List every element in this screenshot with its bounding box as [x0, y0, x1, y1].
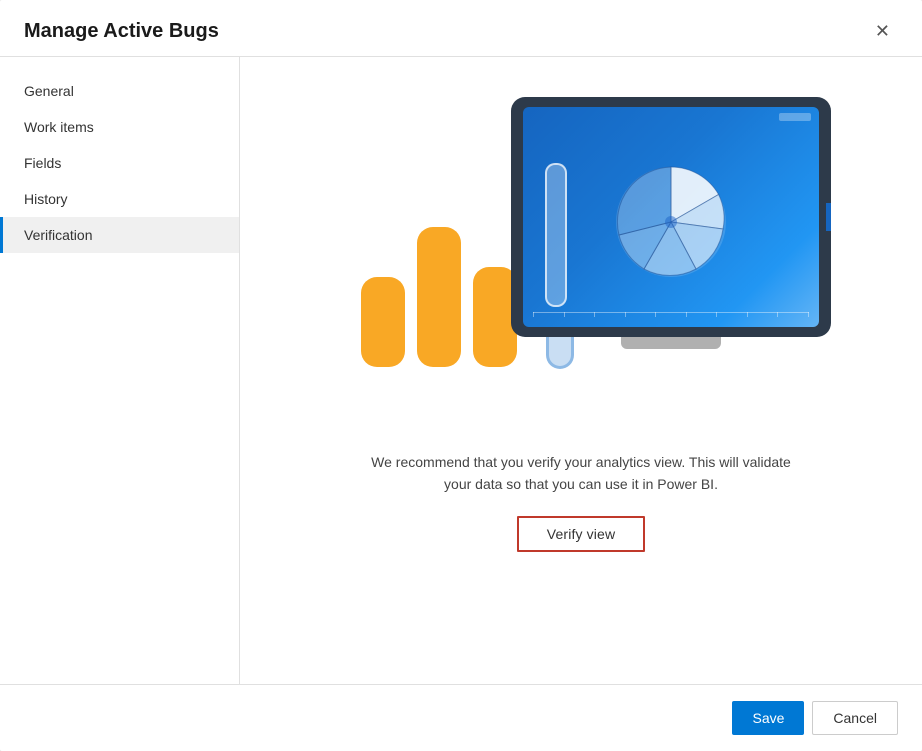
tablet-bar-inside	[545, 163, 567, 307]
sidebar-item-general[interactable]: General	[0, 73, 239, 109]
sidebar-item-work-items[interactable]: Work items	[0, 109, 239, 145]
pie-chart	[606, 157, 736, 287]
content-area: We recommend that you verify your analyt…	[240, 57, 922, 684]
tablet-stand	[621, 337, 721, 349]
description-text: We recommend that you verify your analyt…	[371, 451, 791, 496]
modal-body: General Work items Fields History Verifi…	[0, 57, 922, 684]
tablet-tick-marks	[533, 312, 809, 317]
verify-view-button[interactable]: Verify view	[517, 516, 645, 552]
illustration	[331, 87, 831, 427]
modal-title: Manage Active Bugs	[24, 20, 219, 43]
sidebar-item-history[interactable]: History	[0, 181, 239, 217]
modal-footer: Save Cancel	[0, 684, 922, 751]
tablet-illustration	[511, 97, 831, 357]
modal-dialog: Manage Active Bugs ✕ General Work items …	[0, 0, 922, 751]
bar-2	[417, 227, 461, 367]
tablet-side-button	[826, 203, 831, 231]
tablet-toolbar	[523, 107, 819, 127]
tablet-chart-area	[523, 127, 819, 327]
tablet-outer	[511, 97, 831, 337]
modal-header: Manage Active Bugs ✕	[0, 0, 922, 57]
sidebar-item-verification[interactable]: Verification	[0, 217, 239, 253]
bar-chart-group	[361, 227, 517, 367]
cancel-button[interactable]: Cancel	[812, 701, 898, 735]
bar-1	[361, 277, 405, 367]
close-button[interactable]: ✕	[867, 18, 898, 44]
sidebar-item-fields[interactable]: Fields	[0, 145, 239, 181]
sidebar: General Work items Fields History Verifi…	[0, 57, 240, 684]
verify-button-wrapper: Verify view	[517, 516, 645, 552]
save-button[interactable]: Save	[732, 701, 804, 735]
tablet-toolbar-button	[779, 113, 811, 121]
tablet-screen	[523, 107, 819, 327]
